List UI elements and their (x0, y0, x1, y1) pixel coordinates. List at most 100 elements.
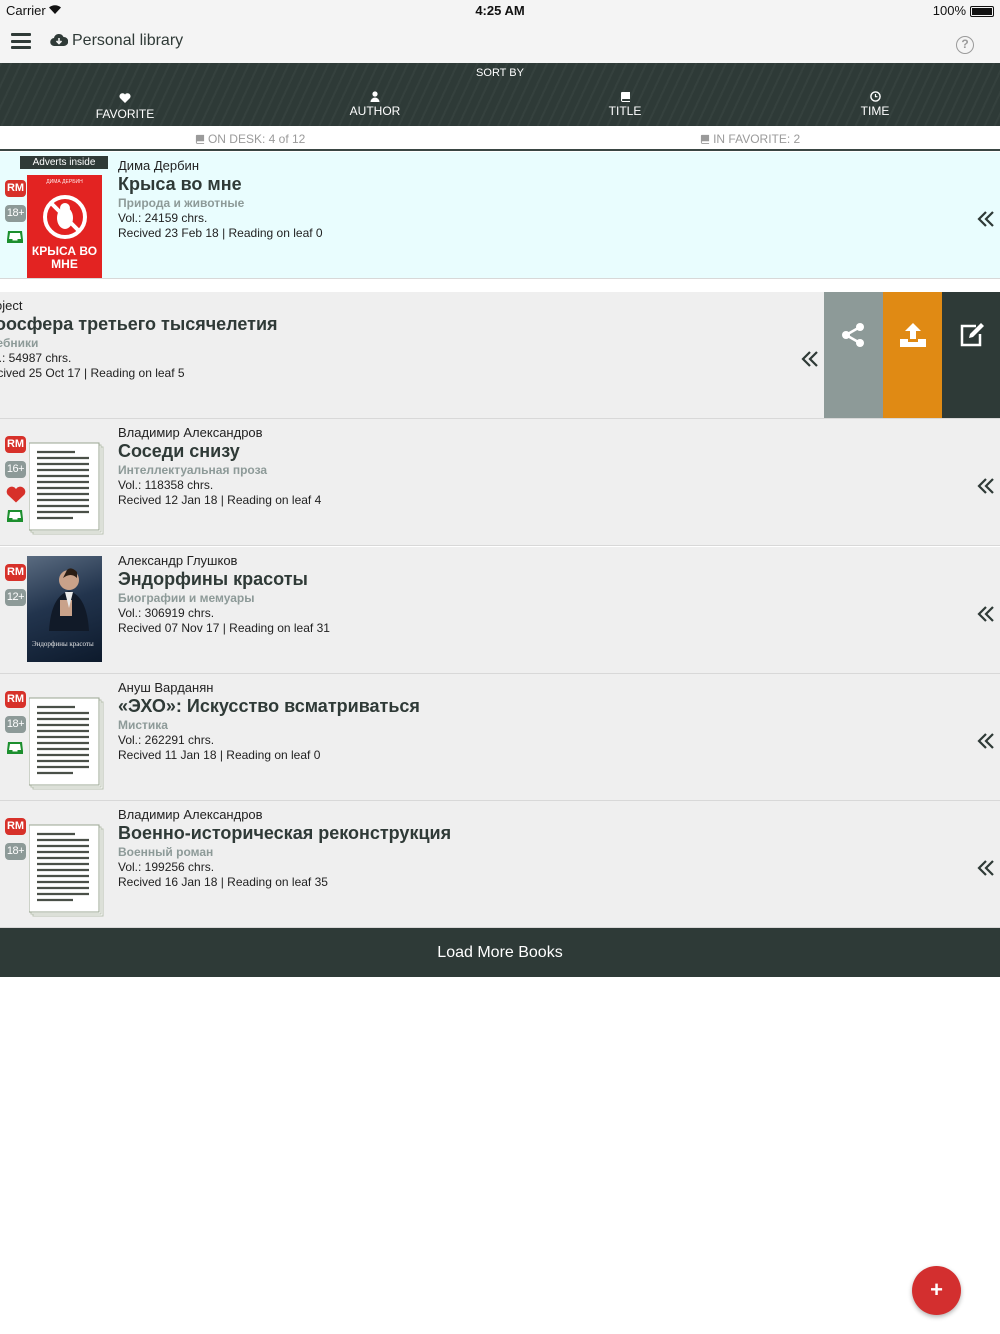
in-favorite-stat: IN FAVORITE: 2 (500, 132, 1000, 146)
age-rating-badge: 12+ (5, 589, 26, 606)
book-placeholder-cover[interactable] (29, 436, 104, 542)
rm-badge: RM (5, 180, 26, 197)
library-stats-bar: ON DESK: 4 of 12 IN FAVORITE: 2 (0, 126, 1000, 151)
sort-title-label: TITLE (608, 104, 642, 118)
in-favorite-label: IN FAVORITE: 2 (713, 132, 801, 146)
book-volume: Vol.: 262291 chrs. (118, 733, 215, 747)
sort-time-button[interactable]: TIME (750, 91, 1000, 118)
nav-bar: Personal library ? (0, 22, 1000, 63)
book-placeholder-cover[interactable] (29, 691, 104, 797)
sort-author-label: AUTHOR (349, 104, 401, 118)
on-desk-label: ON DESK: 4 of 12 (207, 132, 306, 146)
favorite-heart-icon (6, 486, 26, 503)
book-badges: RM 12+ (5, 564, 27, 614)
age-rating-badge: 16+ (5, 461, 26, 478)
book-volume: Vol.: 306919 chrs. (118, 606, 215, 620)
upload-action-button[interactable] (883, 292, 942, 418)
double-chevron-left-icon[interactable] (801, 350, 819, 368)
cover-title: КРЫСА ВО МНЕ (31, 244, 98, 271)
book-title: Соседи снизу (118, 441, 240, 461)
book-volume: Vol.: 54987 chrs. (0, 351, 72, 365)
book-title: «ЭХО»: Искусство всматриваться (118, 696, 420, 716)
double-chevron-left-icon[interactable] (977, 477, 995, 495)
add-book-fab-button[interactable]: + (912, 1266, 961, 1315)
book-info: Ануш Варданян «ЭХО»: Искусство всматрива… (118, 680, 420, 762)
book-received: Recived 16 Jan 18 | Reading on leaf 35 (118, 875, 328, 889)
book-author: Project (0, 298, 23, 313)
book-info: Владимир Александров Военно-историческая… (118, 807, 451, 889)
book-badges: RM 18+ (5, 691, 27, 761)
book-row[interactable]: RM 18+ Владимир Александров Военно-истор… (0, 801, 1000, 928)
sort-title-button[interactable]: TITLE (500, 91, 750, 118)
page-title: Personal library (72, 32, 184, 49)
share-action-button[interactable] (824, 292, 883, 418)
book-author: Дима Дербин (118, 158, 199, 173)
book-cover[interactable]: Эндорфины красоты (27, 556, 102, 662)
person-icon (370, 91, 380, 102)
book-title: Военно-историческая реконструкция (118, 823, 452, 843)
cover-title: Эндорфины красоты (32, 640, 94, 648)
book-row[interactable]: RM 18+ Ануш Варданян «ЭХО»: Искусство вс… (0, 674, 1000, 801)
book-genre: Учебники (0, 336, 39, 350)
battery-percent: 100% (932, 3, 966, 18)
book-received: Recived 25 Oct 17 | Reading on leaf 5 (0, 366, 185, 380)
book-title: Ноосфера третьего тысячелетия (0, 314, 278, 334)
double-chevron-left-icon[interactable] (977, 859, 995, 877)
book-author: Александр Глушков (118, 553, 238, 568)
rm-badge: RM (5, 818, 26, 835)
sort-time-label: TIME (860, 104, 890, 118)
sort-by-label: SORT BY (476, 67, 524, 79)
book-row[interactable]: RM 12+ Эндорфины красоты Александр Глушк… (0, 547, 1000, 674)
status-bar: Carrier 4:25 AM 100% (0, 0, 1000, 22)
edit-action-button[interactable] (942, 292, 1000, 418)
age-rating-badge: 18+ (5, 716, 26, 733)
edit-icon (960, 323, 984, 347)
book-received: Recived 07 Nov 17 | Reading on leaf 31 (118, 621, 330, 635)
help-icon[interactable]: ? (956, 36, 974, 54)
book-author: Владимир Александров (118, 807, 263, 822)
on-desk-stat: ON DESK: 4 of 12 (0, 132, 500, 146)
sort-favorite-label: FAVORITE (95, 107, 155, 121)
book-icon (620, 92, 630, 102)
book-author: Ануш Варданян (118, 680, 214, 695)
book-badges: RM 18+ (5, 818, 27, 868)
age-rating-badge: 18+ (5, 205, 26, 222)
share-icon (842, 323, 864, 347)
book-genre: Военный роман (118, 845, 214, 859)
book-placeholder-cover[interactable] (29, 818, 104, 924)
double-chevron-left-icon[interactable] (977, 210, 995, 228)
book-row[interactable]: Adverts inside RM 18+ ДИМА ДЕРБИН КРЫСА … (0, 152, 1000, 279)
book-badges: RM 18+ (5, 180, 27, 250)
battery-icon (970, 6, 994, 17)
double-chevron-left-icon[interactable] (977, 732, 995, 750)
on-desk-tray-icon (7, 231, 23, 243)
sort-bar: SORT BY FAVORITE AUTHOR TITLE TIME (0, 63, 1000, 126)
adverts-inside-tag: Adverts inside (20, 156, 108, 169)
book-title: Эндорфины красоты (118, 569, 308, 589)
rm-badge: RM (5, 691, 26, 708)
book-cover[interactable]: ДИМА ДЕРБИН КРЫСА ВО МНЕ (27, 175, 102, 278)
book-genre: Природа и животные (118, 196, 245, 210)
sort-author-button[interactable]: AUTHOR (250, 91, 500, 118)
book-author: Владимир Александров (118, 425, 263, 440)
book-genre: Биографии и мемуары (118, 591, 255, 605)
book-info: Александр Глушков Эндорфины красоты Биог… (118, 553, 330, 635)
sort-favorite-button[interactable]: FAVORITE (0, 91, 250, 121)
book-title: Крыса во мне (118, 174, 242, 194)
clock-icon (869, 91, 881, 102)
book-info: Project Ноосфера третьего тысячелетия Уч… (0, 298, 278, 380)
book-icon (700, 134, 709, 144)
on-desk-tray-icon (7, 510, 23, 522)
heart-icon (119, 93, 131, 103)
double-chevron-left-icon[interactable] (977, 605, 995, 623)
rm-badge: RM (5, 436, 26, 453)
age-rating-badge: 18+ (5, 843, 26, 860)
book-row-swiped[interactable]: Project Ноосфера третьего тысячелетия Уч… (0, 292, 1000, 419)
book-row[interactable]: RM 16+ Владимир Александров Соседи снизу… (0, 419, 1000, 546)
status-time: 4:25 AM (475, 3, 525, 18)
book-info: Владимир Александров Соседи снизу Интелл… (118, 425, 321, 507)
hamburger-menu-icon[interactable] (11, 33, 31, 49)
no-rat-emblem-icon (43, 195, 87, 239)
book-genre: Интеллектуальная проза (118, 463, 268, 477)
load-more-button[interactable]: Load More Books (0, 928, 1000, 977)
